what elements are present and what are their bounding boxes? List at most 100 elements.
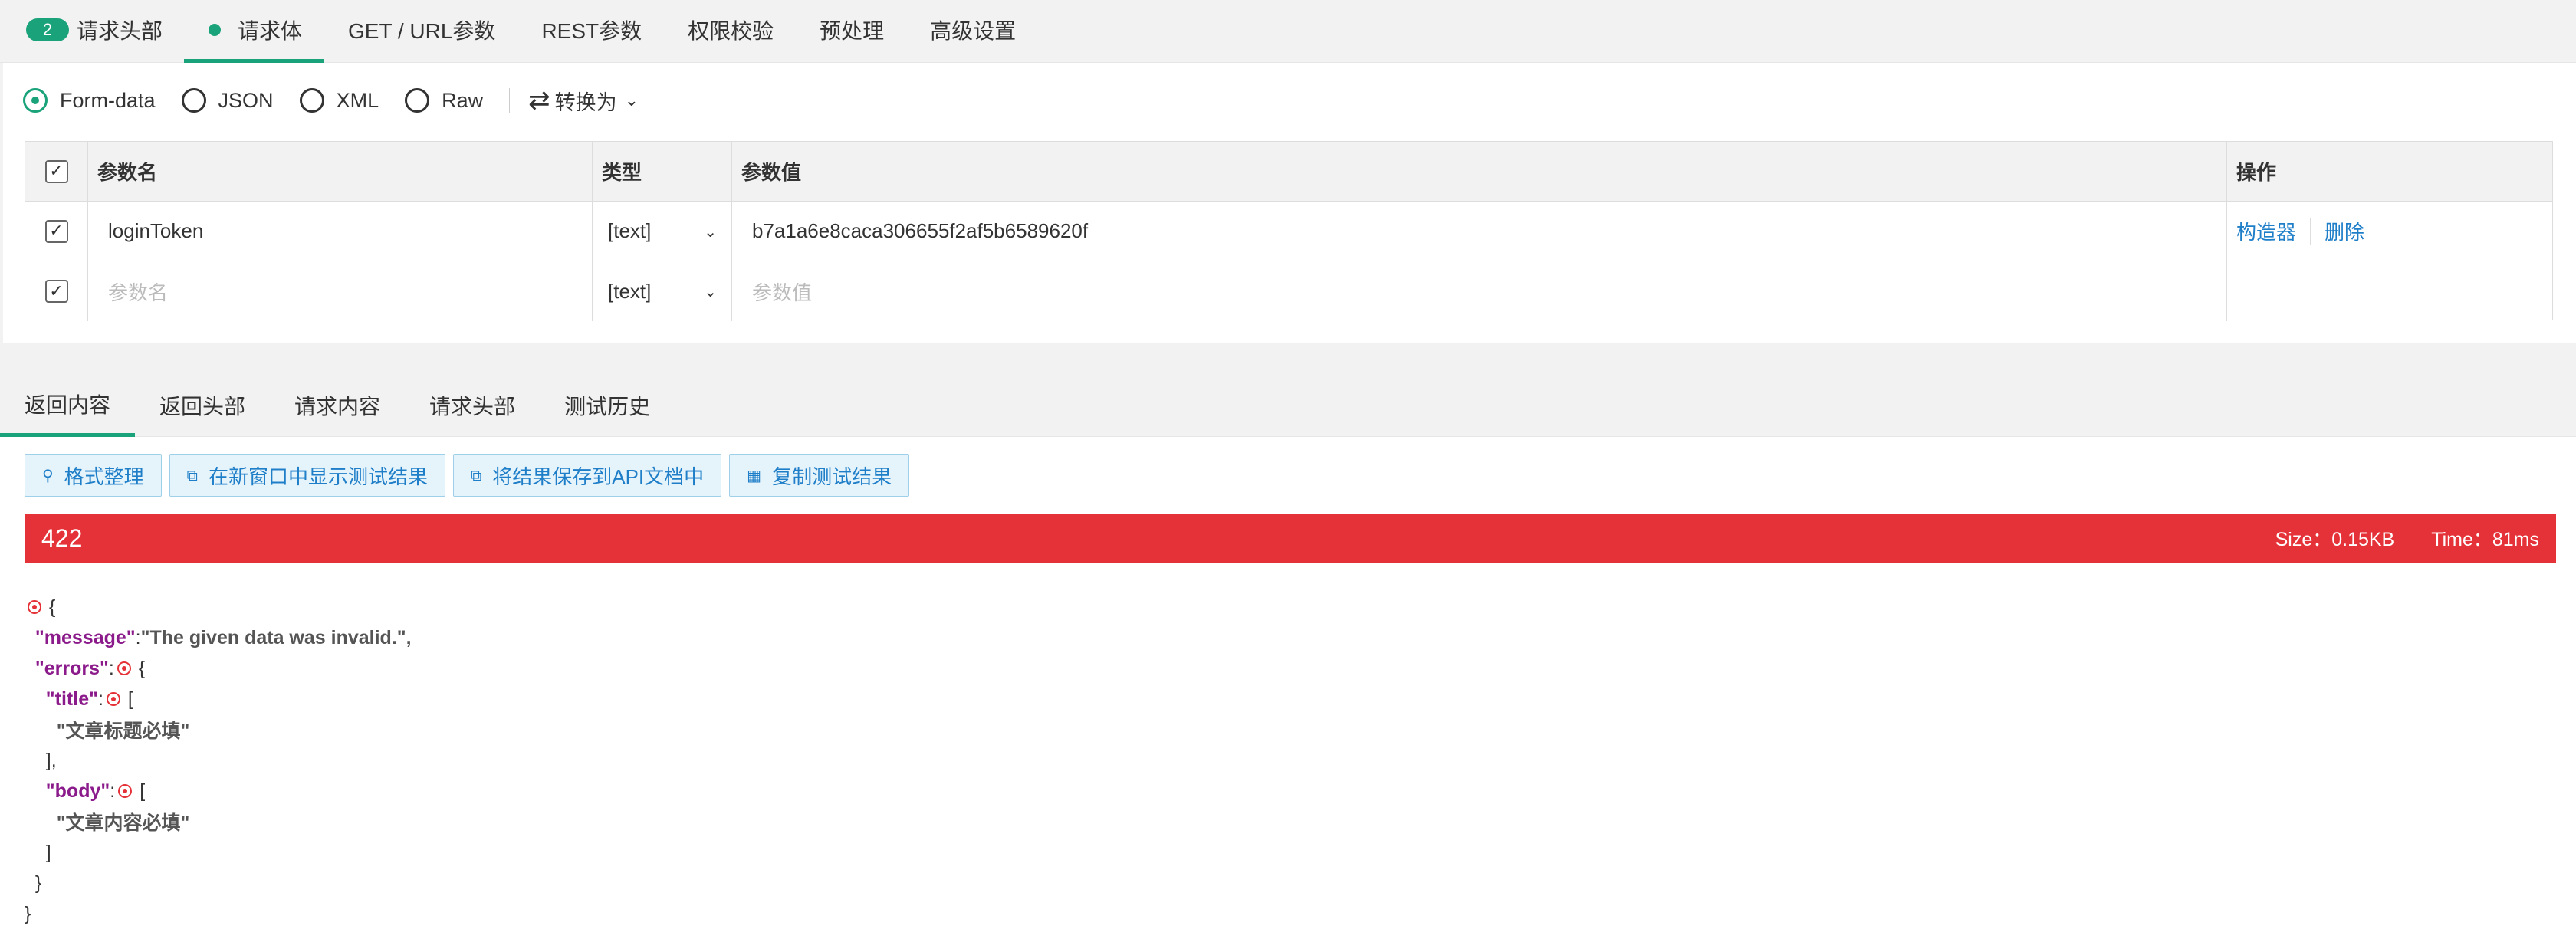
radio-icon[interactable] <box>299 88 324 113</box>
param-value-placeholder: 参数值 <box>752 281 813 304</box>
builder-link[interactable]: 构造器 <box>2236 217 2296 245</box>
table-row: ✓ loginToken [text] ⌄ b7a1a6e8caca306655… <box>25 202 2552 261</box>
format-button[interactable]: ⚲ 格式整理 <box>25 454 162 497</box>
param-type-cell: [text] ⌄ <box>593 202 732 261</box>
response-size: Size：0.15KB <box>2275 529 2395 550</box>
tab-rest-params[interactable]: REST参数 <box>517 0 663 60</box>
param-name-placeholder: 参数名 <box>108 281 169 304</box>
format-option-label: Raw <box>442 88 484 112</box>
external-link-icon: ⧉ <box>186 466 198 484</box>
convert-label: 转换为 <box>554 90 617 114</box>
tab-auth[interactable]: 权限校验 <box>663 0 795 60</box>
tab-test-history[interactable]: 测试历史 <box>540 374 675 437</box>
row-checkbox[interactable]: ✓ <box>44 219 68 243</box>
chevron-down-icon: ⌄ <box>704 282 717 300</box>
result-actions: ⚲ 格式整理 ⧉ 在新窗口中显示测试结果 ⧉ 将结果保存到API文档中 ▦ 复制… <box>25 454 917 497</box>
copy-icon: ▦ <box>747 466 762 484</box>
chevron-down-icon: ⌄ <box>624 90 639 110</box>
param-value-text: b7a1a6e8caca306655f2af5b6589620f <box>752 219 1089 242</box>
tab-request-headers-result[interactable]: 请求头部 <box>405 374 540 437</box>
swap-icon: ⇄ <box>528 85 550 116</box>
delete-link[interactable]: 删除 <box>2325 217 2364 245</box>
response-time: Time：81ms <box>2431 529 2539 550</box>
format-option-label: Form-data <box>60 88 156 112</box>
json-line: "body":[ <box>45 780 146 802</box>
divider <box>509 88 511 113</box>
param-type-value: [text] <box>608 219 652 242</box>
collapse-toggle-icon[interactable] <box>117 661 131 675</box>
copy-result-button[interactable]: ▦ 复制测试结果 <box>729 454 910 497</box>
json-line: "文章标题必填" <box>25 714 412 745</box>
json-line: ], <box>25 749 57 771</box>
json-line: } <box>25 902 31 924</box>
external-link-icon: ⧉ <box>470 466 482 484</box>
column-header-name: 参数名 <box>88 142 593 201</box>
copy-result-label: 复制测试结果 <box>772 465 892 488</box>
radio-icon[interactable] <box>405 88 430 113</box>
radio-icon[interactable] <box>181 88 206 113</box>
param-value-input[interactable]: b7a1a6e8caca306655f2af5b6589620f <box>732 202 2227 261</box>
status-meta: Size：0.15KB Time：81ms <box>2275 524 2539 552</box>
open-new-window-label: 在新窗口中显示测试结果 <box>208 465 428 488</box>
tab-label: 请求头部 <box>429 395 516 419</box>
tab-request-headers[interactable]: 2 请求头部 <box>23 0 184 60</box>
json-key: "errors" <box>34 657 109 679</box>
row-checkbox[interactable]: ✓ <box>44 280 68 303</box>
collapse-toggle-icon[interactable] <box>106 692 120 706</box>
section-gap <box>0 343 2576 374</box>
param-type-select[interactable]: [text] ⌄ <box>602 280 717 304</box>
status-code: 422 <box>41 524 83 552</box>
table-row-new: ✓ 参数名 [text] ⌄ 参数值 <box>25 261 2552 321</box>
json-string: "The given data was invalid.", <box>140 626 412 648</box>
tab-preprocess[interactable]: 预处理 <box>795 0 905 60</box>
param-table: ✓ 参数名 类型 参数值 操作 ✓ loginToken [text] ⌄ b7… <box>25 141 2553 321</box>
param-value-input[interactable]: 参数值 <box>732 261 2227 321</box>
format-option-xml[interactable]: XML <box>299 88 379 113</box>
tab-request-content[interactable]: 请求内容 <box>270 374 405 437</box>
save-to-doc-button[interactable]: ⧉ 将结果保存到API文档中 <box>452 454 722 497</box>
collapse-toggle-icon[interactable] <box>28 600 41 614</box>
json-brace: { <box>49 596 56 618</box>
column-header-value: 参数值 <box>732 142 2227 201</box>
json-key: "title" <box>45 688 98 710</box>
json-line: "title":[ <box>45 688 133 710</box>
collapse-toggle-icon[interactable] <box>118 784 133 798</box>
format-option-form-data[interactable]: Form-data <box>23 88 156 113</box>
row-check-cell: ✓ <box>25 261 88 321</box>
tab-get-url-params[interactable]: GET / URL参数 <box>324 0 517 60</box>
tab-label: 返回头部 <box>159 395 246 419</box>
format-option-raw[interactable]: Raw <box>405 88 483 113</box>
wrench-icon: ⚲ <box>42 466 54 484</box>
json-string: "文章标题必填" <box>56 721 190 742</box>
format-option-json[interactable]: JSON <box>181 88 274 113</box>
select-all-checkbox[interactable]: ✓ <box>44 159 68 183</box>
tab-request-body-label: 请求体 <box>238 18 303 43</box>
save-to-doc-label: 将结果保存到API文档中 <box>492 465 705 488</box>
select-all-cell: ✓ <box>25 142 88 201</box>
param-name-input[interactable]: loginToken <box>88 202 593 261</box>
format-button-label: 格式整理 <box>64 465 144 488</box>
json-line: ] <box>25 841 51 863</box>
tab-request-body[interactable]: 请求体 <box>184 0 324 63</box>
tab-preprocess-label: 预处理 <box>820 19 885 43</box>
body-format-selector: Form-data JSON XML Raw ⇄ 转换为 ⌄ <box>23 83 639 118</box>
tab-response-headers[interactable]: 返回头部 <box>135 374 270 437</box>
tab-advanced-label: 高级设置 <box>930 19 1017 43</box>
left-edge <box>0 63 3 343</box>
tab-auth-label: 权限校验 <box>688 19 774 43</box>
row-actions: 构造器 删除 <box>2227 202 2554 261</box>
result-tabs: 返回内容 返回头部 请求内容 请求头部 测试历史 <box>0 374 2576 437</box>
param-type-cell: [text] ⌄ <box>593 261 732 321</box>
radio-checked-icon[interactable] <box>23 88 48 113</box>
param-name-input[interactable]: 参数名 <box>88 261 593 321</box>
format-option-label: JSON <box>218 88 274 112</box>
tab-advanced[interactable]: 高级设置 <box>905 0 1037 60</box>
convert-dropdown[interactable]: ⇄ 转换为 ⌄ <box>528 85 639 116</box>
json-key: "message" <box>34 626 136 648</box>
param-type-select[interactable]: [text] ⌄ <box>602 219 717 243</box>
headers-count-badge: 2 <box>26 18 69 41</box>
active-dot-icon <box>209 23 222 36</box>
json-line: "errors":{ <box>34 657 146 679</box>
open-new-window-button[interactable]: ⧉ 在新窗口中显示测试结果 <box>169 454 445 497</box>
tab-response-content[interactable]: 返回内容 <box>0 374 136 437</box>
